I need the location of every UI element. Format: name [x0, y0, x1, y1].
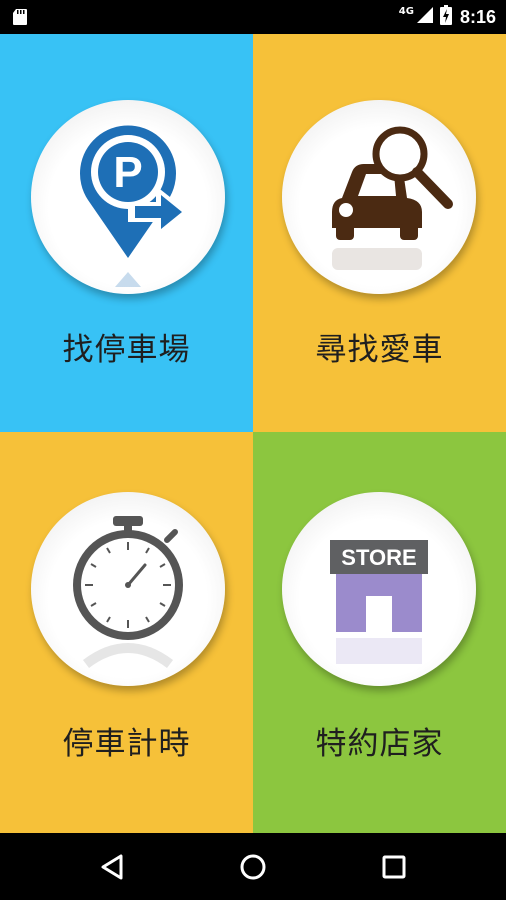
back-icon[interactable]	[97, 851, 129, 883]
find-parking-label: 找停車場	[62, 332, 191, 368]
battery-charging-icon	[439, 5, 452, 29]
clock: 8:16	[459, 6, 496, 27]
partner-stores-tile[interactable]: STORE 特約店家	[253, 432, 506, 833]
store-icon: STORE	[330, 540, 428, 664]
find-car-circle	[282, 100, 476, 294]
network-type: 4G	[398, 5, 414, 17]
status-bar: 4G 8:16	[0, 0, 506, 34]
svg-text:P: P	[113, 148, 142, 197]
recents-icon[interactable]	[378, 851, 410, 883]
menu-grid: P 找停車場 尋找愛車 停車計時 STORE 特約店家	[0, 34, 506, 833]
sd-card-icon	[12, 8, 28, 26]
find-parking-tile[interactable]: P 找停車場	[0, 34, 253, 432]
parking-timer-tile[interactable]: 停車計時	[0, 432, 253, 833]
stopwatch-icon	[73, 516, 183, 669]
navigation-bar	[0, 833, 506, 900]
store-sign-text: STORE	[341, 545, 416, 570]
find-car-tile[interactable]: 尋找愛車	[253, 34, 506, 432]
home-icon[interactable]	[237, 851, 269, 883]
car-magnifier-icon	[332, 126, 453, 270]
find-car-label: 尋找愛車	[315, 332, 444, 368]
signal-icon	[416, 6, 434, 28]
partner-stores-label: 特約店家	[315, 726, 444, 762]
parking-marker-arrow-icon: P	[80, 125, 189, 287]
parking-timer-circle	[31, 492, 225, 686]
parking-timer-label: 停車計時	[62, 726, 191, 762]
find-parking-circle: P	[31, 100, 225, 294]
partner-stores-circle: STORE	[282, 492, 476, 686]
